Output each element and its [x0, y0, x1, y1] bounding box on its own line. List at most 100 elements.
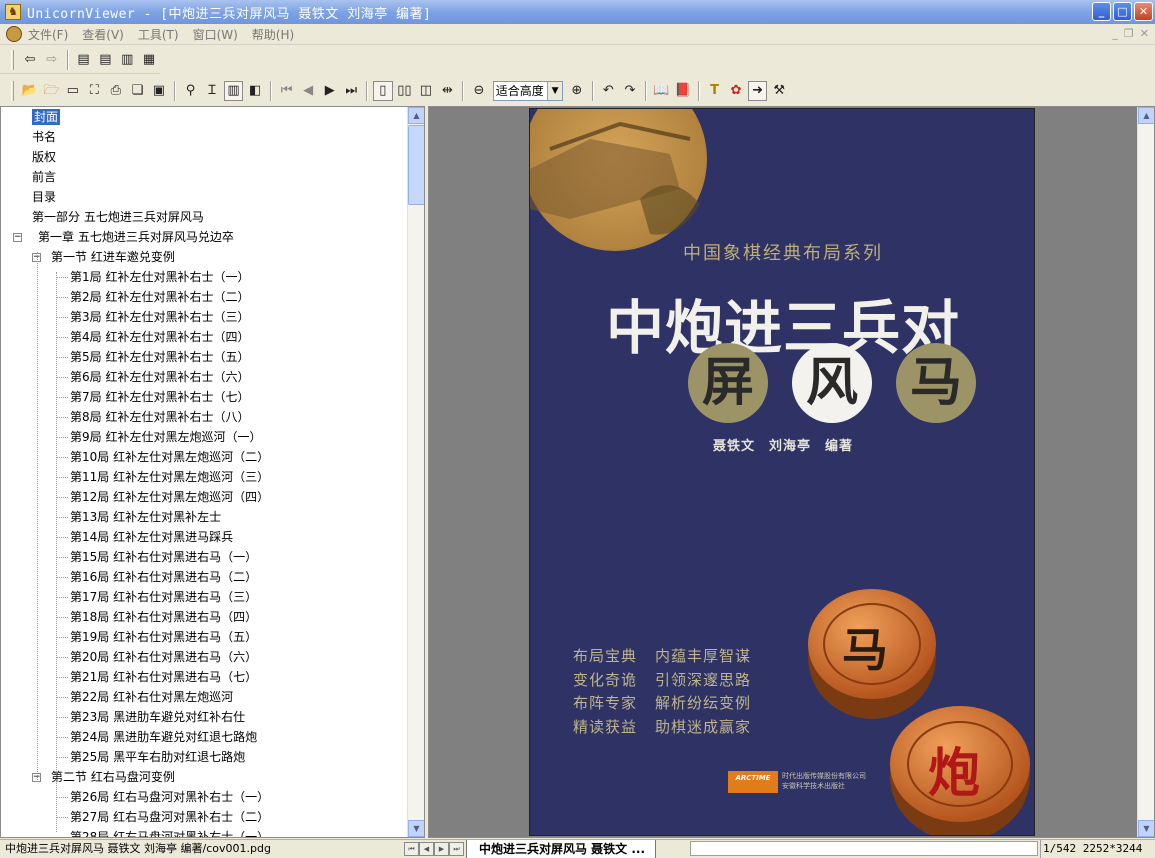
tree-node[interactable]: 书名: [32, 128, 56, 146]
tree-node[interactable]: 第12局 红补左仕对黑左炮巡河（四）: [70, 488, 269, 506]
zoom-magnifier-icon[interactable]: ⚲: [181, 81, 201, 101]
fit-width-icon[interactable]: ⇹: [438, 81, 458, 101]
open-url-icon[interactable]: 🗁: [42, 81, 62, 101]
color-wheel-icon[interactable]: ✿: [726, 81, 746, 101]
tree-node[interactable]: 第17局 红补右仕对黑进右马（三）: [70, 588, 257, 606]
tree-node[interactable]: 第20局 红补右仕对黑进右马（六）: [70, 648, 257, 666]
tree-node[interactable]: 第9局 红补左仕对黑左炮巡河（一）: [70, 428, 261, 446]
tree-node[interactable]: 版权: [32, 148, 56, 166]
chevron-down-icon[interactable]: ▼: [547, 81, 563, 100]
tree-node[interactable]: 第8局 红补左仕对黑补右士（八）: [70, 408, 249, 426]
zoom-in-icon[interactable]: ⊕: [567, 81, 587, 101]
next-page-icon[interactable]: ▶: [320, 81, 340, 101]
tree-node[interactable]: 第一章 五七炮进三兵对屏风马兑边卒: [38, 228, 234, 246]
text-tool-icon[interactable]: T: [705, 81, 725, 101]
tree-node[interactable]: 第15局 红补右仕对黑进右马（一）: [70, 548, 257, 566]
next-tab-icon[interactable]: ▶: [434, 842, 449, 856]
tree-node[interactable]: 第4局 红补左仕对黑补右士（四）: [70, 328, 249, 346]
zoom-out-icon[interactable]: ⊖: [469, 81, 489, 101]
tree-node[interactable]: 第10局 红补左仕对黑左炮巡河（二）: [70, 448, 269, 466]
zoom-select[interactable]: 适合高度 ▼: [492, 80, 564, 101]
tree-node[interactable]: 第21局 红补右仕对黑进右马（七）: [70, 668, 257, 686]
tree-expand-icon[interactable]: ▤: [74, 50, 94, 70]
tree-node[interactable]: 第11局 红补左仕对黑左炮巡河（三）: [70, 468, 269, 486]
open-folder-icon[interactable]: 📂: [20, 81, 40, 101]
last-tab-icon[interactable]: ⏭: [449, 842, 464, 856]
toc-scrollbar[interactable]: ▲ ▼: [407, 107, 424, 837]
menu-help[interactable]: 帮助(H): [252, 26, 294, 43]
tree-node[interactable]: 第27局 红右马盘河对黑补右士（二）: [70, 808, 269, 826]
book-icon[interactable]: 📖: [652, 81, 672, 101]
prev-page-icon[interactable]: ◀: [298, 81, 318, 101]
tree-node[interactable]: 第13局 红补左仕对黑补左士: [70, 508, 221, 526]
tree-node[interactable]: 第7局 红补左仕对黑补右士（七）: [70, 388, 249, 406]
tree-node[interactable]: 第24局 黑进肋车避兑对红退七路炮: [70, 728, 257, 746]
tree-node[interactable]: 第6局 红补左仕对黑补右士（六）: [70, 368, 249, 386]
tree-node[interactable]: 第1局 红补左仕对黑补右士（一）: [70, 268, 249, 286]
rotate-left-icon[interactable]: ↶: [599, 81, 619, 101]
tree-node[interactable]: 第22局 红补右仕对黑左炮巡河: [70, 688, 233, 706]
tree-collapse-icon[interactable]: ▤: [95, 50, 115, 70]
tree-node[interactable]: 第3局 红补左仕对黑补右士（三）: [70, 308, 249, 326]
tree-node[interactable]: 第26局 红右马盘河对黑补右士（一）: [70, 788, 269, 806]
scroll-down-icon[interactable]: ▼: [408, 820, 424, 837]
viewer-scrollbar[interactable]: ▲ ▼: [1137, 107, 1154, 837]
fit-page-icon[interactable]: ◫: [416, 81, 436, 101]
tree-node[interactable]: 前言: [32, 168, 56, 186]
scroll-up-icon[interactable]: ▲: [408, 107, 424, 124]
tree-node-selected[interactable]: 封面: [32, 108, 61, 126]
forward-arrow-icon[interactable]: ⇨: [42, 50, 62, 70]
tree-node[interactable]: 第18局 红补右仕对黑进右马（四）: [70, 608, 257, 626]
last-page-icon[interactable]: ⏭: [341, 81, 361, 101]
menu-file[interactable]: 文件(F): [28, 26, 68, 43]
single-page-icon[interactable]: ▯: [373, 80, 393, 101]
minimize-button[interactable]: _: [1092, 2, 1111, 21]
toolbar-grip[interactable]: [11, 80, 14, 101]
bookmark-list-icon[interactable]: ▥: [117, 50, 137, 70]
book-mark-icon[interactable]: 📕: [673, 81, 693, 101]
menu-view[interactable]: 查看(V): [82, 26, 124, 43]
rotate-right-icon[interactable]: ↷: [620, 81, 640, 101]
close-button[interactable]: ✕: [1134, 2, 1153, 21]
first-tab-icon[interactable]: ⏮: [404, 842, 419, 856]
scroll-down-icon[interactable]: ▼: [1138, 820, 1154, 837]
unicorn-app-icon[interactable]: ♞: [5, 4, 21, 20]
copy-page-icon[interactable]: ❏: [128, 81, 148, 101]
tree-collapse-icon[interactable]: −: [13, 233, 22, 242]
two-page-icon[interactable]: ▯▯: [395, 81, 415, 101]
tree-node[interactable]: 目录: [32, 188, 56, 206]
first-page-icon[interactable]: ⏮: [277, 81, 297, 101]
tree-node[interactable]: 第5局 红补左仕对黑补右士（五）: [70, 348, 249, 366]
tree-node[interactable]: 第二节 红右马盘河变例: [51, 768, 175, 786]
tree-node[interactable]: 第23局 黑进肋车避兑对红补右仕: [70, 708, 245, 726]
menu-tools[interactable]: 工具(T): [138, 26, 179, 43]
tree-node[interactable]: 第2局 红补左仕对黑补右士（二）: [70, 288, 249, 306]
outline-icon[interactable]: ▦: [139, 50, 159, 70]
show-tree-icon[interactable]: ▥: [223, 80, 244, 101]
mdi-close-icon[interactable]: ✕: [1140, 27, 1149, 40]
tree-node[interactable]: 第一部分 五七炮进三兵对屏风马: [32, 208, 204, 226]
settings-tools-icon[interactable]: ⚒: [769, 81, 789, 101]
tree-node[interactable]: 第14局 红补左仕对黑进马踩兵: [70, 528, 233, 546]
tree-node[interactable]: 第25局 黑平车右肋对红退七路炮: [70, 748, 245, 766]
document-tab[interactable]: 中炮进三兵对屏风马 聂铁文 ...: [466, 840, 657, 858]
mdi-minimize-icon[interactable]: _: [1112, 27, 1118, 40]
text-select-icon[interactable]: Ɪ: [202, 81, 222, 101]
tree-node[interactable]: 第16局 红补右仕对黑进右马（二）: [70, 568, 257, 586]
tree-node[interactable]: 第19局 红补右仕对黑进右马（五）: [70, 628, 257, 646]
back-arrow-icon[interactable]: ⇦: [20, 50, 40, 70]
panel-toggle-icon[interactable]: ◧: [245, 81, 265, 101]
menu-window[interactable]: 窗口(W): [193, 26, 238, 43]
prev-tab-icon[interactable]: ◀: [419, 842, 434, 856]
document-system-icon[interactable]: [6, 26, 22, 42]
capture-icon[interactable]: ⛶: [85, 81, 105, 101]
mdi-restore-icon[interactable]: ❐: [1124, 27, 1134, 40]
save-icon[interactable]: ▣: [149, 81, 169, 101]
scroll-thumb[interactable]: [408, 125, 424, 205]
tree-node[interactable]: 第一节 红进车邀兑变例: [51, 248, 175, 266]
toolbar-grip[interactable]: [11, 49, 14, 70]
auto-scroll-icon[interactable]: ➜: [747, 80, 768, 101]
scroll-up-icon[interactable]: ▲: [1138, 107, 1154, 124]
maximize-button[interactable]: □: [1113, 2, 1132, 21]
tree-node[interactable]: 第28局 红右马盘河对黑补右士（一）: [70, 828, 269, 837]
